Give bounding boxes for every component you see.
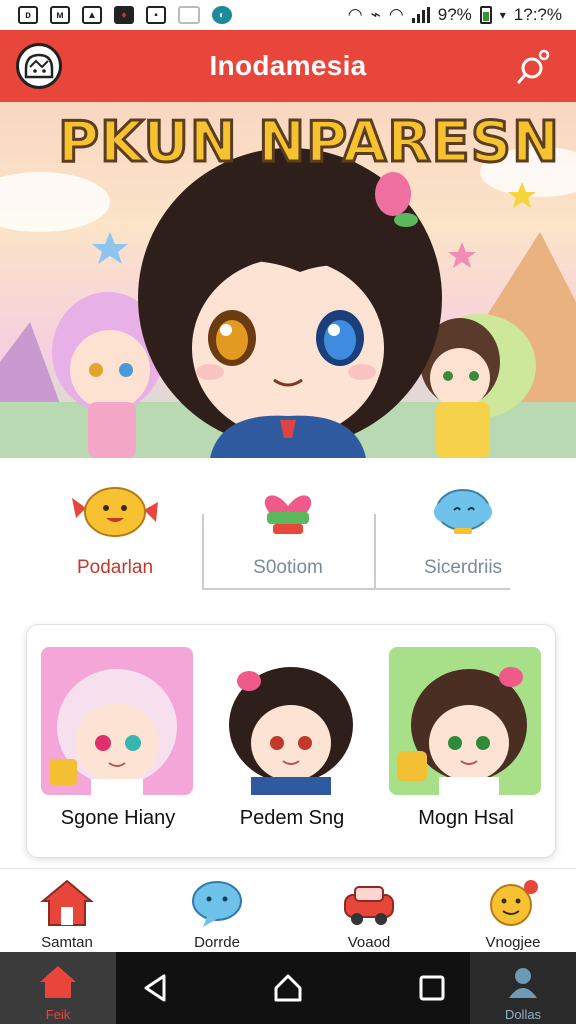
- search-button[interactable]: [514, 46, 554, 86]
- profile-icon: [509, 968, 537, 998]
- heart-gift-icon: [264, 495, 312, 534]
- system-profile-shortcut[interactable]: Dollas: [470, 952, 576, 1024]
- featured-characters-card: Sgone Hiany Pedem Sng Mogn Hsal: [26, 624, 556, 858]
- notification-a-icon: ᴅ: [18, 6, 38, 24]
- system-navigation-bar: Feik Dollas: [0, 952, 576, 1024]
- mascot-logo-icon[interactable]: [16, 43, 62, 89]
- nav-label: Samtan: [41, 934, 93, 951]
- category-label: Sicerdriis: [423, 557, 503, 578]
- nav-label: Dorrde: [194, 934, 240, 951]
- category-tabs: Podarlan S0otiom Sicerdriis: [0, 470, 576, 600]
- app-title: Inodamesia: [209, 50, 367, 81]
- house-icon: [40, 966, 76, 998]
- divider: [202, 514, 204, 590]
- character-name: Sgone Hiany: [60, 807, 176, 829]
- signal-icon: [411, 7, 430, 23]
- car-icon: [344, 886, 394, 925]
- character-item-3[interactable]: Mogn Hsal: [389, 647, 543, 830]
- alert-icon: ♦: [114, 6, 134, 24]
- character-item-1[interactable]: Sgone Hiany: [41, 647, 195, 830]
- nav-item-4[interactable]: Vnogjee: [458, 879, 568, 951]
- divider: [374, 514, 376, 590]
- battery-percent: 9?%: [437, 5, 472, 24]
- chat-bubble-icon: [192, 881, 242, 927]
- nav-label: Vnogjee: [485, 934, 541, 951]
- recents-icon[interactable]: [416, 972, 448, 1004]
- checkbox-icon: ▪: [146, 6, 166, 24]
- wifi-icon: ◠: [347, 5, 363, 24]
- nav-item-1[interactable]: Samtan: [12, 879, 122, 951]
- signal-arrow-icon: ▾: [499, 8, 506, 22]
- status-bar-system: ◠ ⌁ ◠ 9?% ▾ 1?:?%: [348, 5, 562, 25]
- clock: 1?:?%: [513, 5, 562, 24]
- character-name: Pedem Sng: [239, 807, 345, 829]
- status-bar: ᴅ ᴍ ▲ ♦ ▪ ◐ ◠ ⌁ ◠ 9?% ▾ 1?:?%: [0, 0, 576, 30]
- candy-face-icon: [72, 487, 158, 537]
- system-home-label: Feik: [45, 1007, 71, 1022]
- app-icon: ◐: [212, 6, 232, 24]
- character-item-2[interactable]: Pedem Sng: [215, 647, 369, 830]
- image-icon: ▲: [82, 6, 102, 24]
- app-bar: Inodamesia: [0, 30, 576, 102]
- back-icon[interactable]: [140, 972, 172, 1004]
- status-bar-notifications: ᴅ ᴍ ▲ ♦ ▪ ◐: [18, 6, 232, 24]
- character-name: Mogn Hsal: [418, 807, 514, 829]
- cloud-face-icon: [434, 489, 492, 534]
- category-tab-3[interactable]: Sicerdriis: [388, 480, 538, 590]
- hero-title: PKUN NPARESN: [57, 109, 561, 177]
- battery-icon: [479, 6, 492, 24]
- category-label: S0otiom: [253, 557, 323, 578]
- category-tab-2[interactable]: S0otiom: [213, 480, 363, 590]
- nav-item-2[interactable]: Dorrde: [162, 879, 272, 951]
- system-home-shortcut[interactable]: Feik: [0, 952, 116, 1024]
- wifi-strength-icon: ◠: [388, 5, 404, 24]
- notification-b-icon: ᴍ: [50, 6, 70, 24]
- smiley-badge-icon: [490, 880, 538, 926]
- house-icon: [40, 879, 94, 926]
- blank-icon: [178, 6, 200, 24]
- vibrate-icon: ⌁: [370, 5, 381, 24]
- character-portrait: [215, 647, 367, 795]
- system-profile-label: Dollas: [504, 1007, 542, 1022]
- bottom-navigation: Samtan Dorrde Voaod Vnogjee: [0, 868, 576, 952]
- category-label: Podarlan: [76, 557, 154, 578]
- category-tab-1[interactable]: Podarlan: [40, 480, 190, 590]
- search-icon: [517, 49, 550, 84]
- character-portrait: [41, 647, 193, 795]
- home-icon[interactable]: [272, 972, 304, 1004]
- hero-banner[interactable]: PKUN NPARESN: [0, 102, 576, 458]
- nav-label: Voaod: [347, 934, 391, 951]
- character-portrait: [389, 647, 541, 795]
- nav-item-3[interactable]: Voaod: [314, 879, 424, 951]
